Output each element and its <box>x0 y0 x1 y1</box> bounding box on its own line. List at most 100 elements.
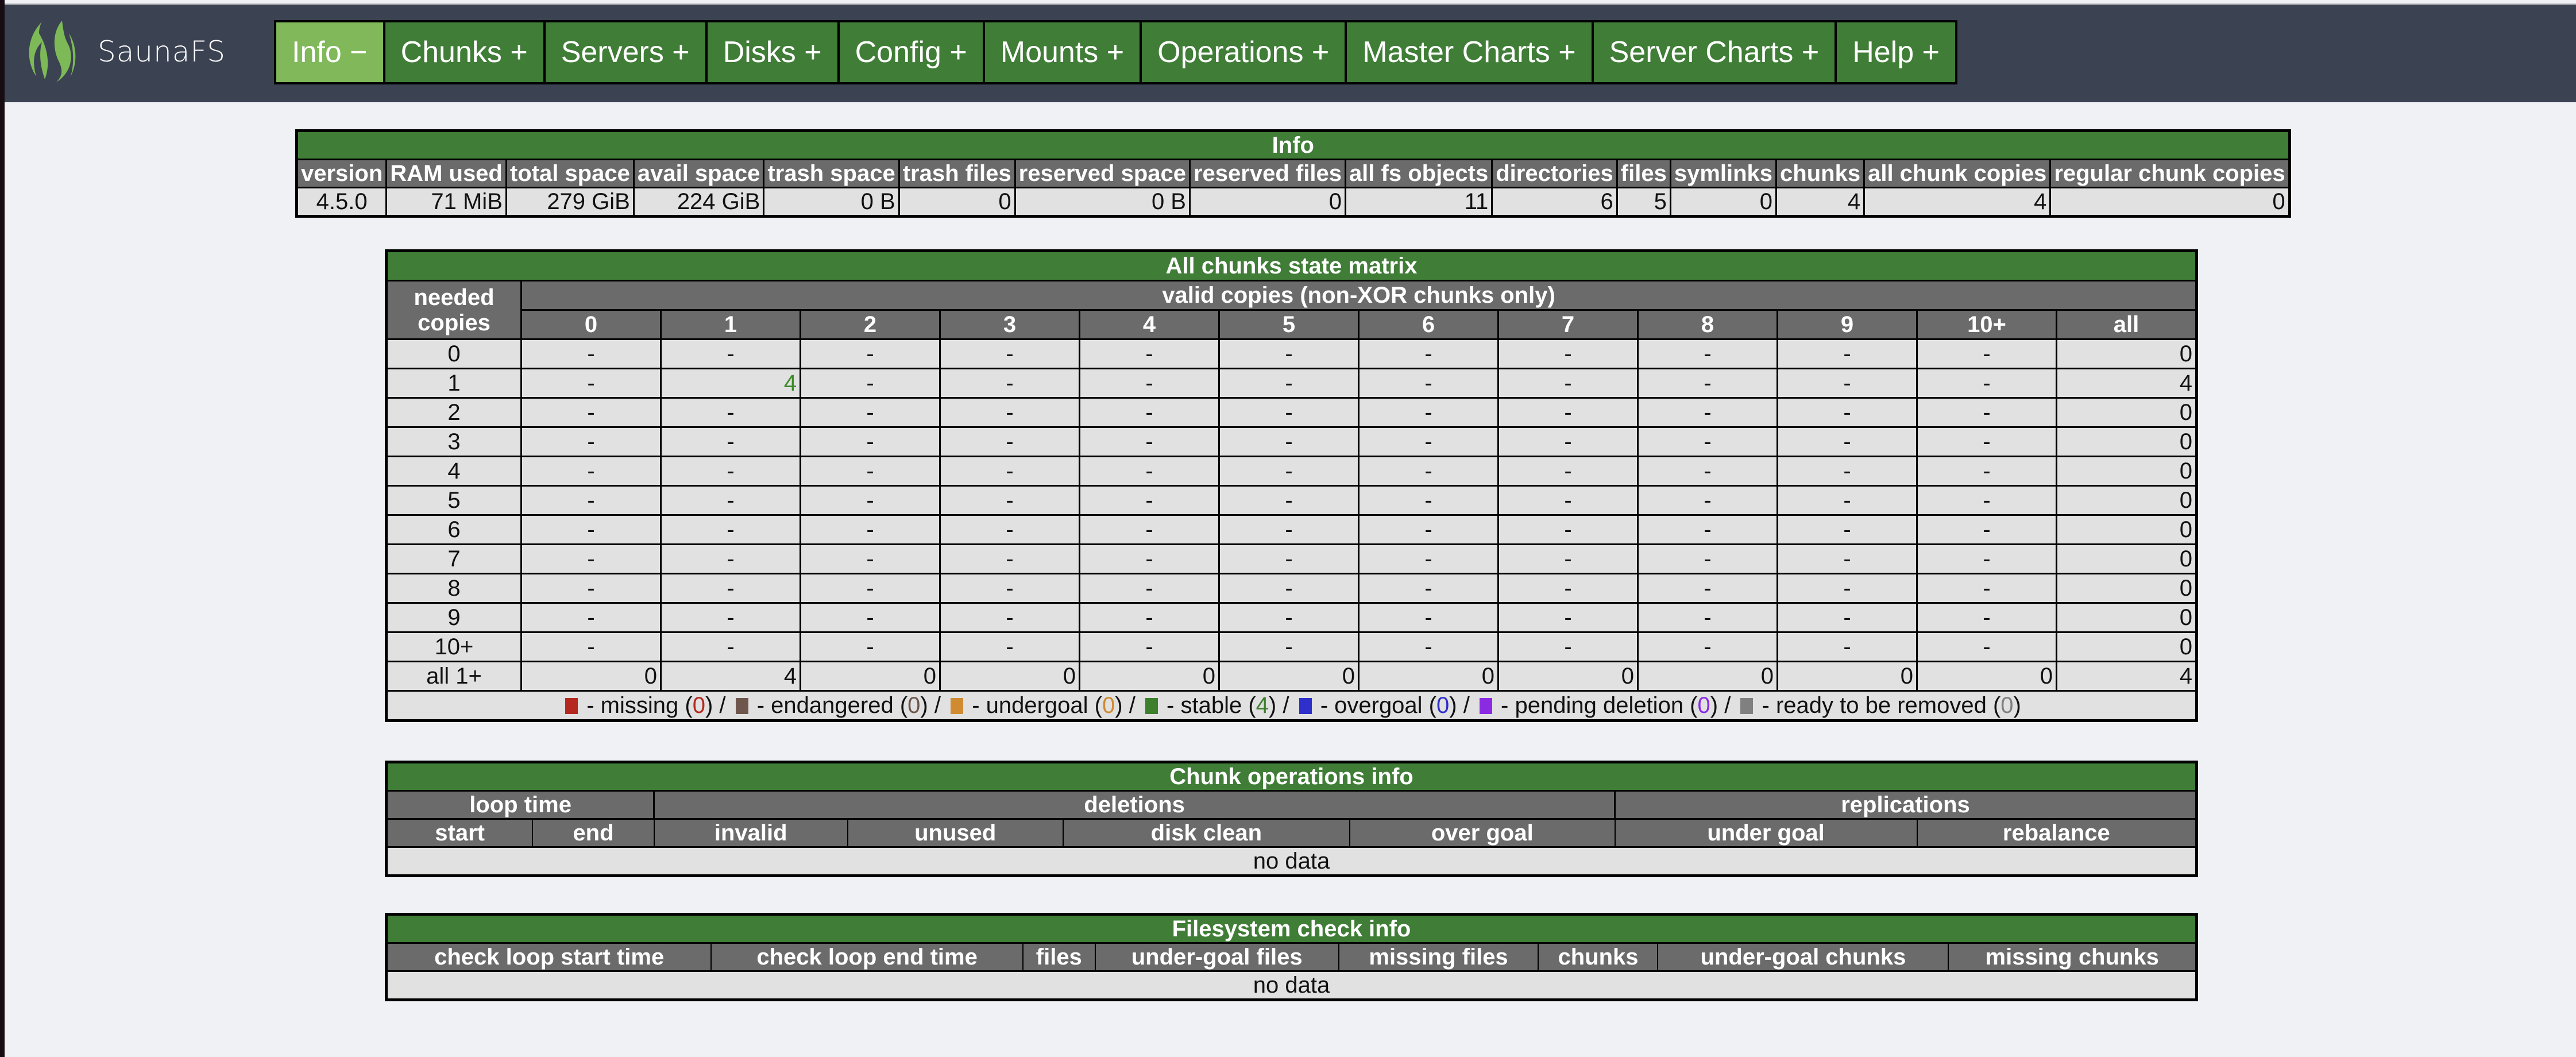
chunk-ops-col-over-goal: over goal <box>1349 818 1616 848</box>
matrix-row-label: 5 <box>385 485 522 516</box>
info-value-directories: 6 <box>1491 187 1618 217</box>
matrix-cell[interactable]: 0 <box>2056 397 2197 428</box>
matrix-cell: - <box>1497 368 1639 399</box>
nav-item-master-charts[interactable]: Master Charts + <box>1347 22 1592 82</box>
matrix-column-header-row: 0 1 2 3 4 5 6 7 8 9 10+ all <box>387 309 2197 340</box>
matrix-cell[interactable]: 4 <box>660 368 801 399</box>
legend-label: pending deletion <box>1515 693 1684 718</box>
matrix-cell: - <box>1776 543 1918 574</box>
legend-count: 0 <box>1436 693 1450 718</box>
matrix-total-cell[interactable]: 0 <box>1637 661 1778 692</box>
matrix-cell: - <box>1637 543 1778 574</box>
matrix-cell: - <box>1637 573 1778 604</box>
info-value-reserved-files: 0 <box>1188 187 1346 217</box>
matrix-cell: - <box>660 426 801 457</box>
matrix-cell[interactable]: 0 <box>2056 602 2197 633</box>
matrix-cell[interactable]: 4 <box>2056 368 2197 399</box>
matrix-total-cell[interactable]: 0 <box>1497 661 1639 692</box>
matrix-total-cell[interactable]: 0 <box>939 661 1080 692</box>
matrix-cell[interactable]: 0 <box>2056 631 2197 662</box>
matrix-total-cell[interactable]: 4 <box>2056 661 2197 692</box>
matrix-cell: - <box>1637 397 1778 428</box>
matrix-cell: - <box>1218 397 1360 428</box>
legend-item-pending-deletion: - pending deletion (0) / <box>1476 693 1737 718</box>
nav-item-chunks[interactable]: Chunks + <box>385 22 543 82</box>
matrix-total-cell[interactable]: 0 <box>1916 661 2057 692</box>
matrix-cell[interactable]: 0 <box>2056 338 2197 369</box>
matrix-cell: - <box>939 543 1080 574</box>
matrix-cell: - <box>1776 602 1918 633</box>
matrix-total-cell[interactable]: 0 <box>1776 661 1918 692</box>
fsck-col-under-goal-chunks: under-goal chunks <box>1657 942 1949 972</box>
matrix-col-5: 5 <box>1218 309 1360 340</box>
matrix-cell: - <box>1218 573 1360 604</box>
fsck-col-chunks: chunks <box>1538 942 1659 972</box>
matrix-cell: - <box>939 426 1080 457</box>
matrix-cell[interactable]: 0 <box>2056 543 2197 574</box>
matrix-row: 5-----------0 <box>385 485 2197 516</box>
filesystem-check-table: Filesystem check info check loop start t… <box>385 913 2198 1001</box>
matrix-row-label: 10+ <box>385 631 522 662</box>
matrix-total-cell[interactable]: 0 <box>1079 661 1220 692</box>
logo[interactable]: SaunaFS <box>22 17 226 86</box>
matrix-cell: - <box>800 573 941 604</box>
matrix-cell: - <box>1916 631 2057 662</box>
nav-item-servers[interactable]: Servers + <box>545 22 705 82</box>
matrix-cell: - <box>1358 456 1499 487</box>
fsck-col-check-loop-start-time: check loop start time <box>385 942 712 972</box>
matrix-cell: - <box>660 514 801 545</box>
matrix-cell: - <box>1079 426 1220 457</box>
nav-item-mounts[interactable]: Mounts + <box>984 22 1140 82</box>
matrix-cell: - <box>1218 426 1360 457</box>
matrix-row: 2-----------0 <box>385 397 2197 428</box>
matrix-cell: - <box>1776 456 1918 487</box>
matrix-cell: - <box>1358 543 1499 574</box>
matrix-cell: - <box>520 368 662 399</box>
replications-group-header: replications <box>1614 790 2197 820</box>
matrix-cell: - <box>1916 573 2057 604</box>
matrix-cell[interactable]: 0 <box>2056 573 2197 604</box>
matrix-cell: - <box>660 485 801 516</box>
matrix-cell: - <box>660 456 801 487</box>
matrix-cell[interactable]: 0 <box>2056 485 2197 516</box>
matrix-cell: - <box>660 543 801 574</box>
nav-item-operations[interactable]: Operations + <box>1142 22 1345 82</box>
matrix-row-label: 1 <box>385 368 522 399</box>
legend-count: 4 <box>1256 693 1269 718</box>
fsck-col-check-loop-end-time: check loop end time <box>710 942 1024 972</box>
matrix-col-9: 9 <box>1776 309 1918 340</box>
matrix-cell: - <box>1358 573 1499 604</box>
info-table: Info version RAM used total space avail spa… <box>295 129 2291 218</box>
legend-count: 0 <box>2000 693 2014 718</box>
info-col-avail-space: avail space <box>632 159 765 188</box>
matrix-cell[interactable]: 0 <box>2056 426 2197 457</box>
info-value-all-chunk-copies: 4 <box>1863 187 2052 217</box>
matrix-total-cell[interactable]: 0 <box>1358 661 1499 692</box>
matrix-total-cell[interactable]: 0 <box>800 661 941 692</box>
matrix-cell: - <box>800 338 941 369</box>
nav-item-config[interactable]: Config + <box>839 22 983 82</box>
chunk-ops-no-data: no data <box>385 846 2197 877</box>
nav-item-server-charts[interactable]: Server Charts + <box>1593 22 1835 82</box>
matrix-total-cell[interactable]: 0 <box>520 661 662 692</box>
matrix-total-cell[interactable]: 4 <box>660 661 801 692</box>
matrix-cell: - <box>1358 397 1499 428</box>
info-value-reserved-space: 0 B <box>1014 187 1191 217</box>
chunk-ops-column-header-row: start end invalid unused disk clean over goal… <box>385 818 2197 848</box>
matrix-cell[interactable]: 0 <box>2056 514 2197 545</box>
matrix-cell: - <box>1218 602 1360 633</box>
nav-item-help[interactable]: Help + <box>1837 22 1955 82</box>
matrix-total-cell[interactable]: 0 <box>1218 661 1360 692</box>
matrix-cell[interactable]: 0 <box>2056 456 2197 487</box>
matrix-cell: - <box>1776 368 1918 399</box>
matrix-row: 3-----------0 <box>385 426 2197 457</box>
matrix-cell: - <box>1079 368 1220 399</box>
nav-item-info[interactable]: Info − <box>276 22 383 82</box>
matrix-cell: - <box>1916 543 2057 574</box>
matrix-cell: - <box>1637 426 1778 457</box>
matrix-cell: - <box>1776 573 1918 604</box>
matrix-cell: - <box>1637 485 1778 516</box>
info-col-all-fs-objects: all fs objects <box>1344 159 1493 188</box>
nav-item-disks[interactable]: Disks + <box>707 22 837 82</box>
matrix-cell: - <box>520 456 662 487</box>
